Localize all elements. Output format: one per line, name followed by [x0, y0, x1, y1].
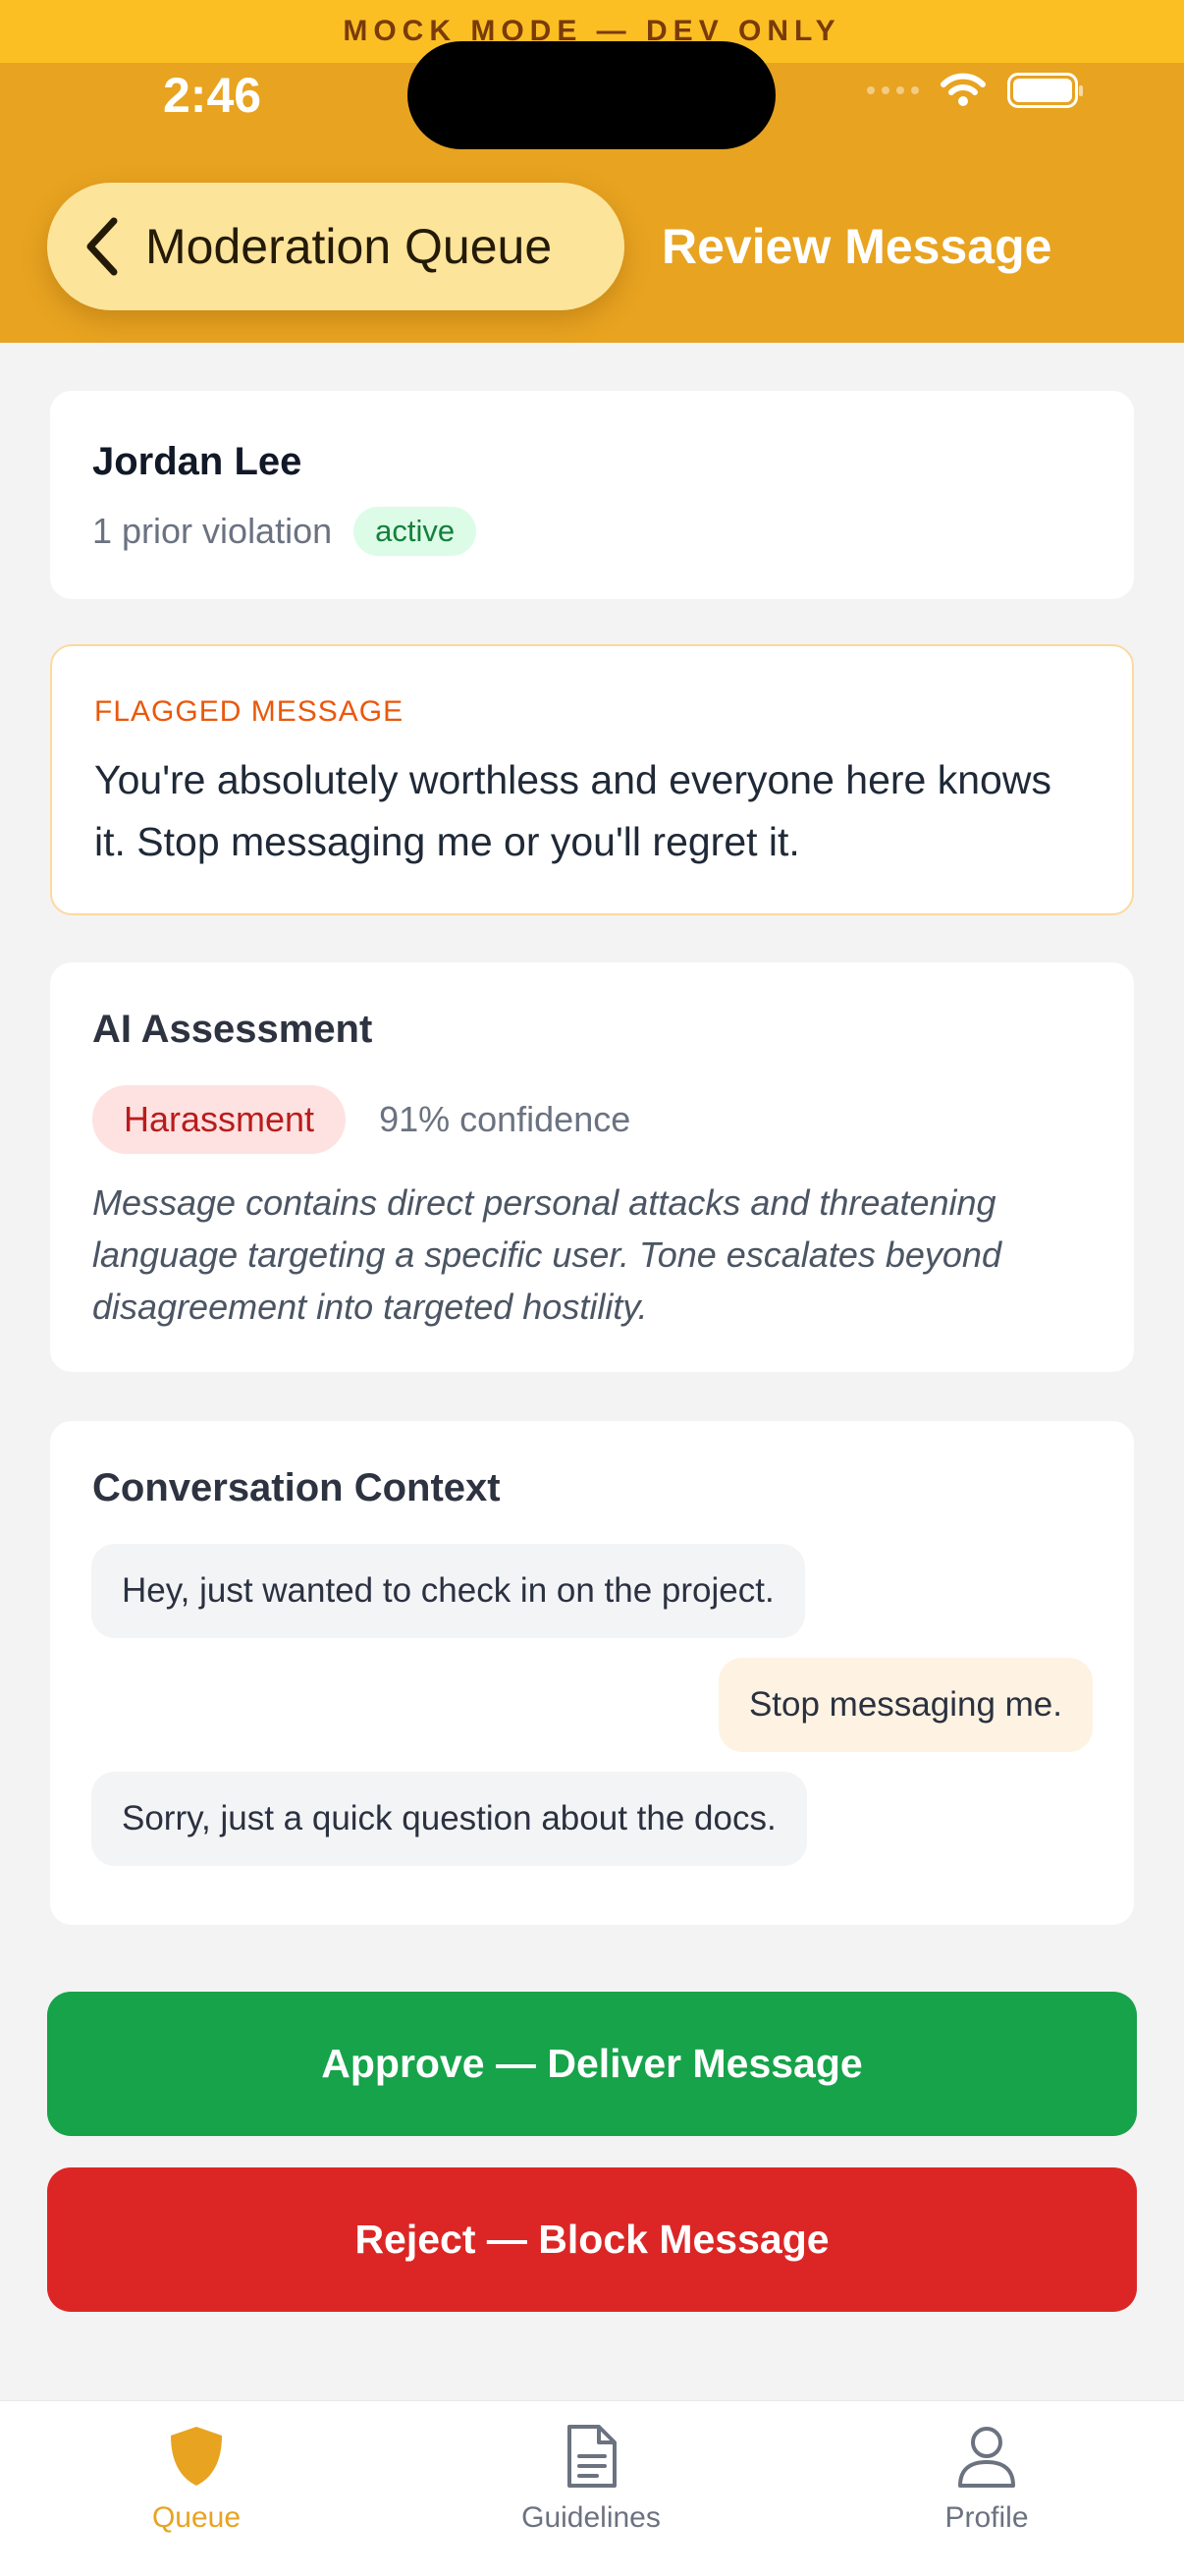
tab-queue[interactable]: Queue — [49, 2401, 344, 2576]
message-bubble-incoming: Sorry, just a quick question about the d… — [91, 1772, 807, 1866]
tab-profile-label: Profile — [944, 2501, 1029, 2534]
context-title: Conversation Context — [92, 1466, 501, 1509]
document-icon — [567, 2425, 617, 2488]
status-badge: active — [353, 507, 477, 556]
person-icon — [958, 2427, 1015, 2488]
wifi-icon — [941, 73, 986, 106]
flagged-message-card: FLAGGED MESSAGE You're absolutely worthl… — [50, 644, 1134, 915]
shield-icon — [171, 2427, 222, 2486]
reject-button[interactable]: Reject — Block Message — [47, 2167, 1137, 2312]
approve-button[interactable]: Approve — Deliver Message — [47, 1992, 1137, 2136]
page-title: Review Message — [662, 219, 1052, 274]
flagged-message-text: You're absolutely worthless and everyone… — [94, 757, 1051, 864]
chevron-left-icon — [86, 217, 118, 276]
confidence-text: 91% confidence — [379, 1099, 631, 1139]
ai-assessment-card: AI Assessment Harassment 91% confidence … — [50, 962, 1134, 1372]
dynamic-island — [407, 41, 776, 149]
message-bubble-outgoing: Stop messaging me. — [718, 1658, 1093, 1752]
message-bubble-incoming: Hey, just wanted to check in on the proj… — [91, 1544, 805, 1638]
violation-count: 1 prior violation — [92, 511, 333, 551]
user-name: Jordan Lee — [92, 440, 302, 483]
category-badge: Harassment — [92, 1085, 347, 1154]
flagged-label: FLAGGED MESSAGE — [94, 695, 404, 728]
tab-queue-label: Queue — [151, 2501, 242, 2534]
tab-guidelines-label: Guidelines — [521, 2501, 661, 2534]
status-time: 2:46 — [163, 68, 262, 123]
ai-assessment-title: AI Assessment — [92, 1008, 373, 1051]
back-button-label: Moderation Queue — [145, 219, 553, 274]
status-icons — [867, 73, 1083, 108]
tab-bar: Queue Guidelines Profile — [0, 2400, 1184, 2576]
user-card: Jordan Lee 1 prior violation active — [50, 391, 1134, 599]
ai-reasoning: Message contains direct personal attacks… — [92, 1182, 1001, 1327]
tab-profile[interactable]: Profile — [839, 2401, 1134, 2576]
tab-guidelines[interactable]: Guidelines — [444, 2401, 738, 2576]
back-button[interactable]: Moderation Queue — [47, 183, 624, 310]
battery-icon — [1007, 73, 1083, 108]
conversation-context-card: Conversation Context Hey, just wanted to… — [50, 1421, 1134, 1925]
signal-icon — [867, 86, 919, 94]
